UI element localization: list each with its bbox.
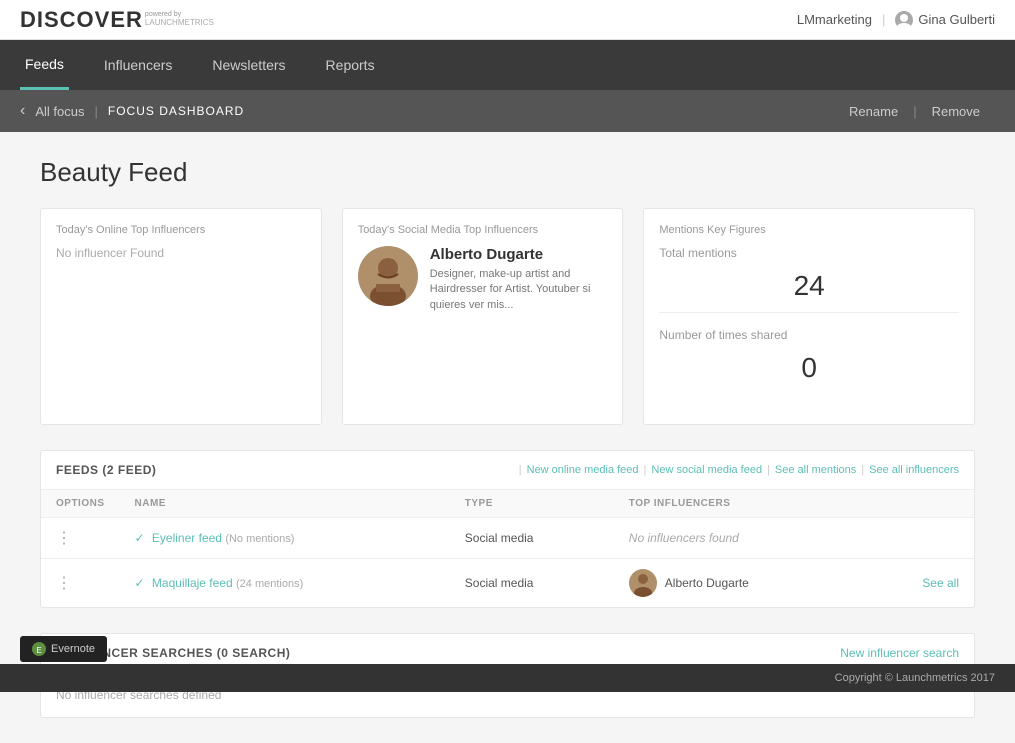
page-title: Beauty Feed	[40, 157, 975, 188]
col-options: OPTIONS	[41, 490, 120, 518]
account-name: LMmarketing	[797, 12, 872, 27]
influencer-name: Alberto Dugarte	[430, 246, 608, 263]
cards-row: Today's Online Top Influencers No influe…	[40, 208, 975, 425]
nav-item-reports[interactable]: Reports	[321, 40, 380, 90]
evernote-badge[interactable]: E Evernote	[20, 636, 107, 662]
nav-item-influencers[interactable]: Influencers	[99, 40, 177, 90]
mentions-card: Mentions Key Figures Total mentions 24 N…	[643, 208, 975, 425]
table-row: ⋮ ✓ Eyeliner feed (No mentions) Social m…	[41, 518, 974, 559]
col-top-influencers: TOP INFLUENCERS	[614, 490, 863, 518]
nav-item-feeds[interactable]: Feeds	[20, 40, 69, 90]
social-card-title: Today's Social Media Top Influencers	[358, 224, 608, 236]
user-icon	[895, 11, 913, 29]
new-influencer-search-link[interactable]: New influencer search	[840, 646, 959, 660]
feed-mentions-count: (No mentions)	[225, 533, 294, 545]
col-type: TYPE	[450, 490, 614, 518]
total-mentions-value: 24	[659, 265, 959, 312]
shared-value: 0	[659, 347, 959, 394]
feed-name-link[interactable]: Eyeliner feed	[152, 531, 222, 545]
feeds-title: FEEDS (2 feed)	[56, 463, 156, 477]
online-card-title: Today's Online Top Influencers	[56, 224, 306, 236]
shared-label: Number of times shared	[659, 328, 959, 342]
influencer-preview: Alberto Dugarte Designer, make-up artist…	[358, 246, 608, 313]
online-empty-msg: No influencer Found	[56, 246, 306, 260]
see-all-row-link[interactable]: See all	[922, 576, 959, 590]
feed-name-link[interactable]: Maquillaje feed	[152, 576, 233, 590]
user-name: Gina Gulberti	[918, 12, 995, 27]
remove-button[interactable]: Remove	[917, 99, 995, 124]
feed-type: Social media	[450, 559, 614, 608]
online-influencers-card: Today's Online Top Influencers No influe…	[40, 208, 322, 425]
current-page-label: FOCUS DASHBOARD	[108, 104, 244, 118]
user-info: Gina Gulberti	[895, 11, 995, 29]
mentions-card-title: Mentions Key Figures	[659, 224, 959, 236]
new-online-feed-link[interactable]: New online media feed	[527, 464, 639, 476]
nav-bar: Feeds Influencers Newsletters Reports	[0, 40, 1015, 90]
all-focus-link[interactable]: All focus	[35, 104, 84, 119]
breadcrumb-bar: ‹ All focus | FOCUS DASHBOARD Rename | R…	[0, 90, 1015, 132]
row-options-icon[interactable]: ⋮	[56, 575, 72, 592]
social-influencers-card: Today's Social Media Top Influencers Alb…	[342, 208, 624, 425]
top-influencer-name: Alberto Dugarte	[665, 576, 749, 590]
feed-check-icon: ✓	[135, 531, 145, 545]
total-mentions-stat: Total mentions 24	[659, 246, 959, 313]
launchmetrics-logo: powered by LAUNCHMETRICS	[145, 11, 214, 27]
feed-mentions-count: (24 mentions)	[236, 578, 303, 590]
breadcrumb-actions: Rename | Remove	[834, 99, 995, 124]
small-avatar	[629, 569, 657, 597]
evernote-label: Evernote	[51, 643, 95, 655]
table-row: ⋮ ✓ Maquillaje feed (24 mentions) Social…	[41, 559, 974, 608]
stat-divider	[659, 312, 959, 313]
influencer-avatar	[358, 246, 418, 306]
rename-button[interactable]: Rename	[834, 99, 913, 124]
feeds-table: OPTIONS NAME TYPE TOP INFLUENCERS ⋮ ✓ Ey…	[41, 490, 974, 607]
main-content: Beauty Feed Today's Online Top Influence…	[0, 132, 1015, 743]
influencer-info: Alberto Dugarte Designer, make-up artist…	[430, 246, 608, 313]
feeds-actions: | New online media feed | New social med…	[519, 464, 959, 476]
svg-text:E: E	[36, 646, 41, 655]
shared-stat: Number of times shared 0	[659, 328, 959, 394]
feeds-header: FEEDS (2 feed) | New online media feed |…	[41, 451, 974, 490]
nav-item-newsletters[interactable]: Newsletters	[207, 40, 290, 90]
brand: DISCOVER powered by LAUNCHMETRICS	[20, 7, 214, 33]
see-all-mentions-link[interactable]: See all mentions	[775, 464, 856, 476]
brand-name: DISCOVER	[20, 7, 143, 33]
no-influencers-text: No influencers found	[629, 531, 739, 545]
total-mentions-label: Total mentions	[659, 246, 959, 260]
divider: |	[882, 12, 885, 27]
evernote-icon: E	[32, 642, 46, 656]
row-options-icon[interactable]: ⋮	[56, 530, 72, 547]
top-influencer-cell: Alberto Dugarte	[629, 569, 848, 597]
copyright-text: Copyright © Launchmetrics 2017	[835, 672, 995, 684]
feed-check-icon: ✓	[135, 576, 145, 590]
top-bar: DISCOVER powered by LAUNCHMETRICS LMmark…	[0, 0, 1015, 40]
col-name: NAME	[120, 490, 450, 518]
breadcrumb-separator: |	[94, 104, 97, 119]
back-arrow-icon[interactable]: ‹	[20, 102, 25, 120]
see-all-influencers-link[interactable]: See all influencers	[869, 464, 959, 476]
feeds-section: FEEDS (2 feed) | New online media feed |…	[40, 450, 975, 608]
footer: Copyright © Launchmetrics 2017	[0, 664, 1015, 692]
new-social-feed-link[interactable]: New social media feed	[651, 464, 762, 476]
top-bar-right: LMmarketing | Gina Gulberti	[797, 11, 995, 29]
feed-type: Social media	[450, 518, 614, 559]
influencer-bio: Designer, make-up artist and Hairdresser…	[430, 267, 608, 313]
col-actions	[863, 490, 974, 518]
